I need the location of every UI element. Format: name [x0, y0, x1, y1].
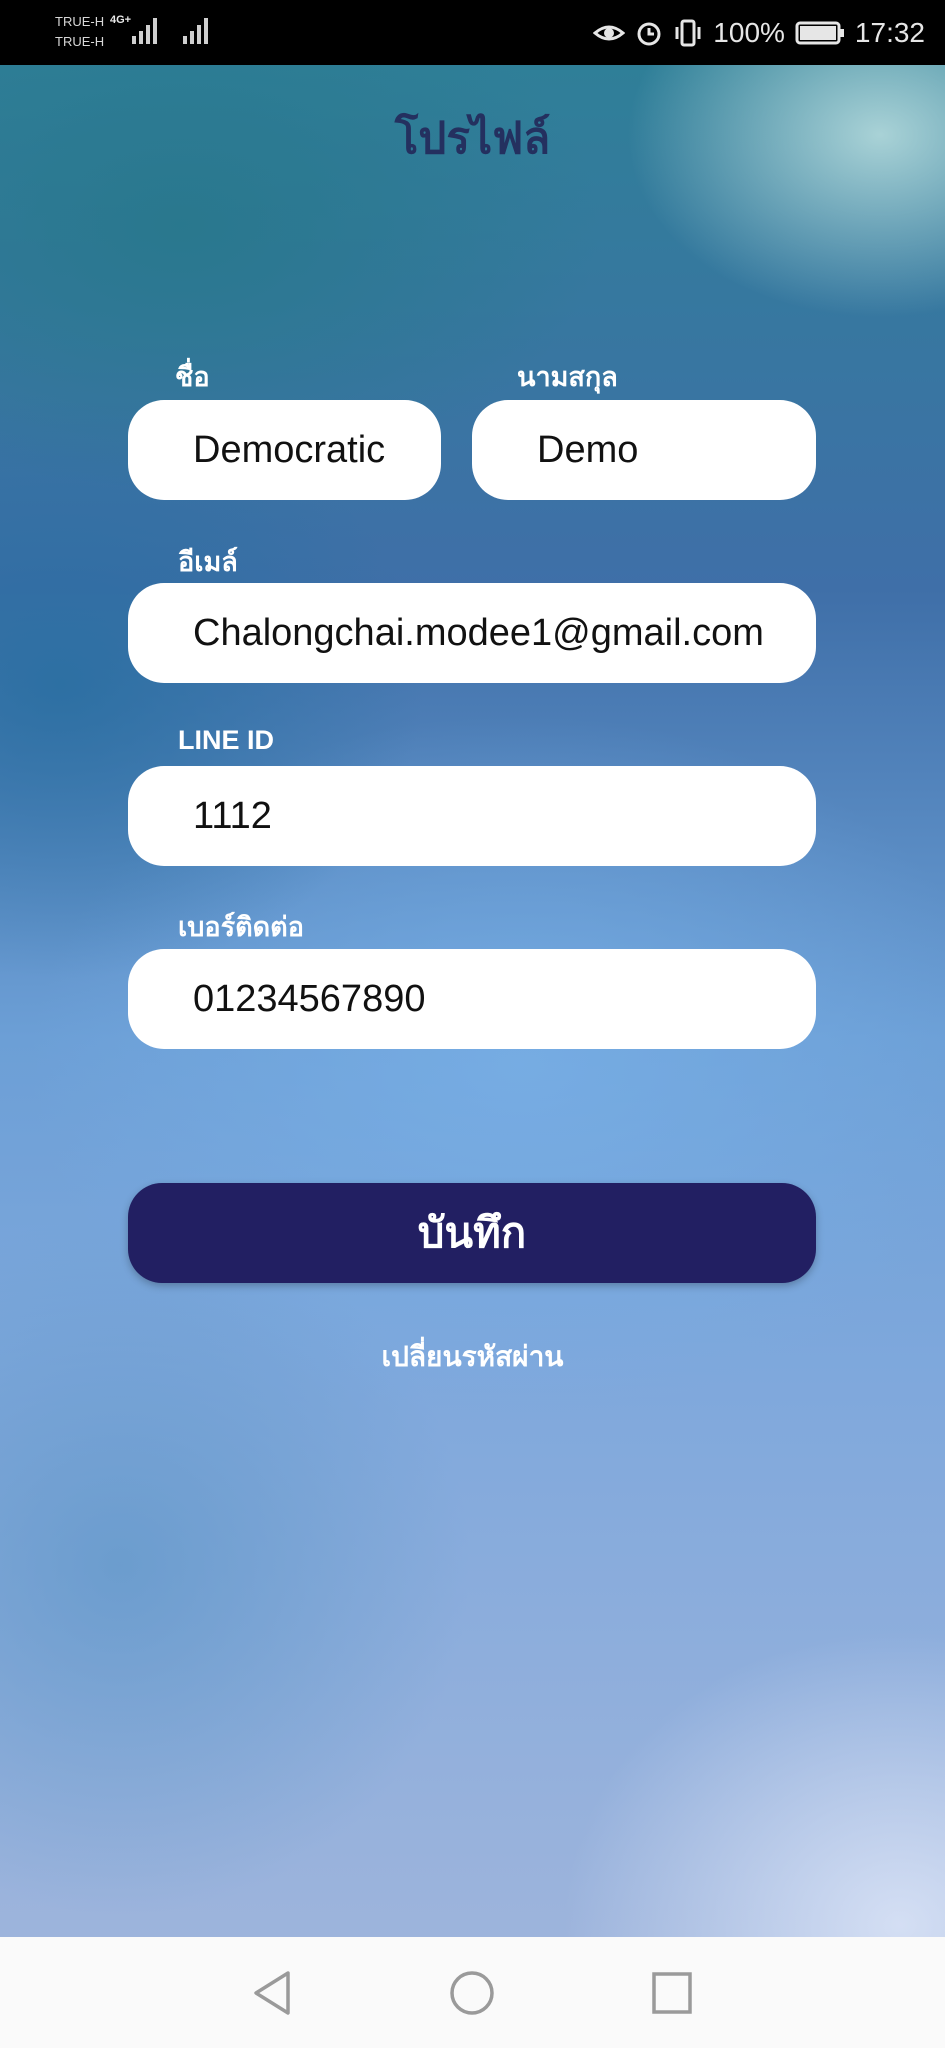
- profile-screen: โปรไฟล์ ชื่อ นามสกุล Democratic Demo อีเ…: [0, 65, 945, 1937]
- line-id-input[interactable]: 1112: [128, 766, 816, 866]
- navigation-bar: [0, 1937, 945, 2048]
- carrier-2: TRUE-H: [55, 34, 105, 49]
- signal-icon: [132, 18, 157, 44]
- recents-icon[interactable]: [642, 1967, 702, 2019]
- network-type: 4G+: [110, 14, 132, 26]
- home-icon[interactable]: [442, 1967, 502, 2019]
- last-name-input[interactable]: Demo: [472, 400, 816, 500]
- line-id-label: LINE ID: [178, 725, 275, 755]
- battery-icon: [795, 21, 844, 44]
- status-icons: 100% 17:32: [593, 10, 925, 55]
- phone-input[interactable]: 01234567890: [128, 949, 816, 1049]
- clock: 17:32: [854, 16, 925, 48]
- status-bar: TRUE-H TRUE-H 4G+ 100% 17:32: [0, 0, 945, 65]
- first-name-label: ชื่อ: [175, 362, 210, 393]
- carrier-1: TRUE-H: [55, 14, 105, 29]
- first-name-input[interactable]: Democratic: [128, 400, 441, 500]
- email-input[interactable]: Chalongchai.modee1@gmail.com: [128, 583, 816, 683]
- save-button[interactable]: บันทึก: [128, 1183, 816, 1283]
- back-icon[interactable]: [242, 1967, 302, 2019]
- last-name-label: นามสกุล: [517, 362, 618, 393]
- email-label: อีเมล์: [178, 547, 238, 578]
- eye-icon: [593, 25, 626, 40]
- signal-icon: [183, 18, 208, 44]
- page-title: โปรไฟล์: [394, 113, 551, 164]
- battery-percent: 100%: [713, 16, 785, 48]
- change-password-link[interactable]: เปลี่ยนรหัสผ่าน: [0, 1335, 945, 1379]
- phone-label: เบอร์ติดต่อ: [178, 912, 304, 943]
- vibrate-icon: [675, 19, 701, 46]
- carrier-labels: TRUE-H TRUE-H: [55, 12, 104, 52]
- alarm-icon: [637, 22, 661, 45]
